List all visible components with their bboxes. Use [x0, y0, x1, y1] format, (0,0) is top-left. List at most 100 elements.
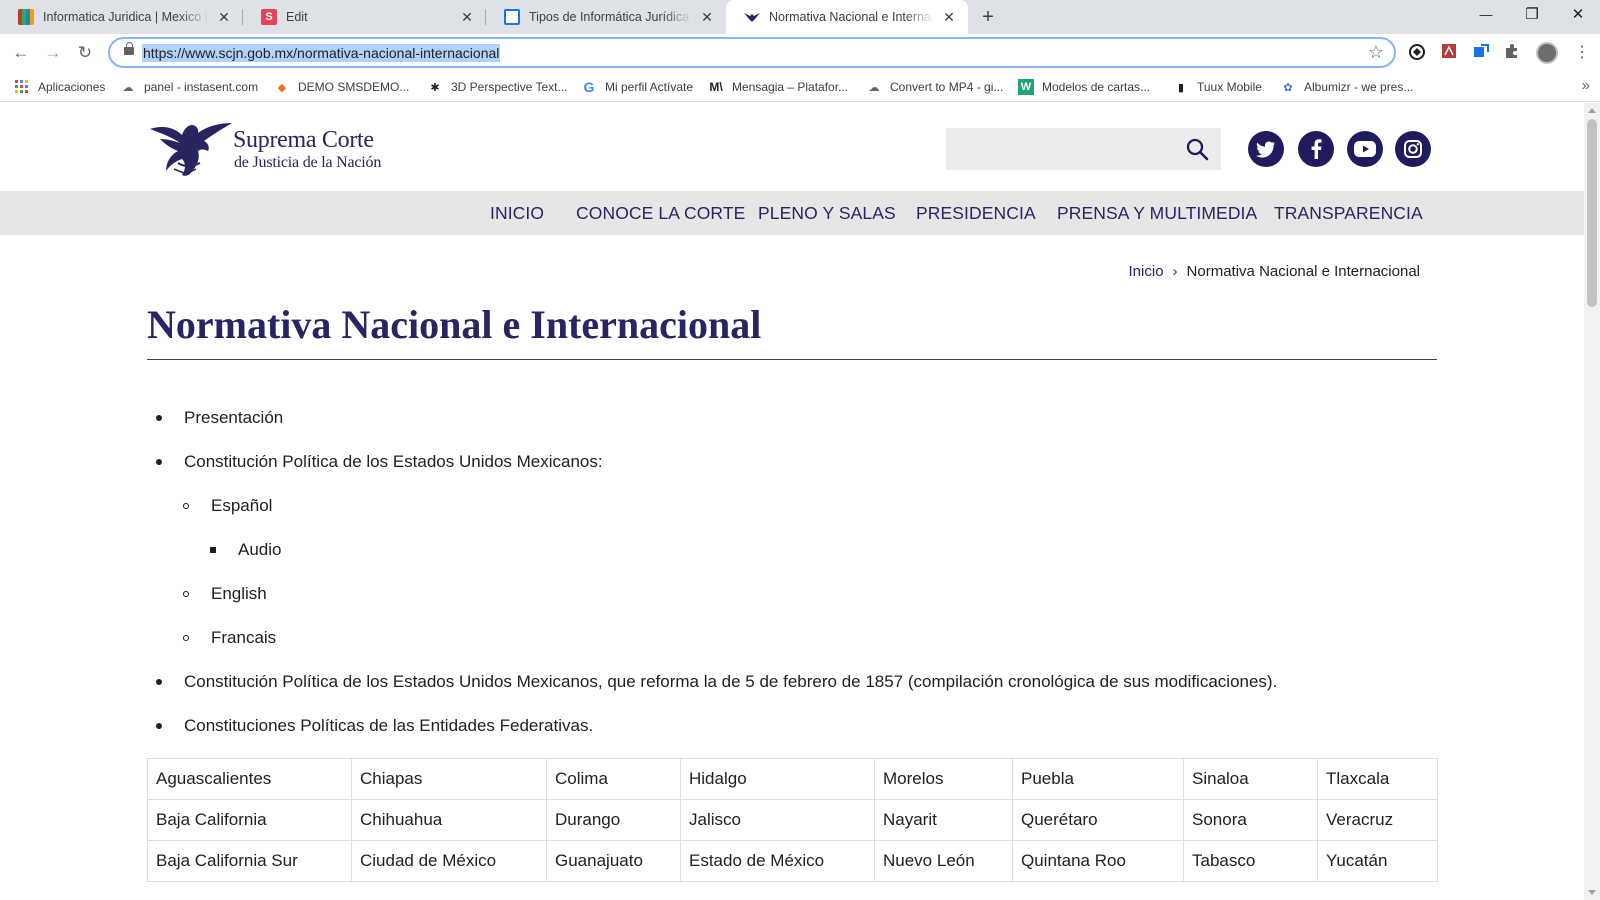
- state-link[interactable]: Colima: [546, 758, 681, 800]
- state-link[interactable]: Veracruz: [1317, 799, 1438, 841]
- list-item-constitucion-1857[interactable]: Constitución Política de los Estados Uni…: [155, 671, 1277, 693]
- bookmarks-bar: Aplicaciones ☁ panel - instasent.com ◆ D…: [0, 72, 1600, 102]
- tab-close-icon[interactable]: ✕: [940, 9, 958, 26]
- state-link[interactable]: Chiapas: [351, 758, 547, 800]
- bookmark-instasent[interactable]: ☁ panel - instasent.com: [120, 78, 259, 96]
- tab-tipos-informatica[interactable]: Tipos de Informática Jurídica - Informát…: [486, 0, 726, 34]
- tab-informatica-juridica[interactable]: Informatica Juridica | Mexico | Enciclop…: [0, 0, 243, 34]
- state-link[interactable]: Durango: [546, 799, 681, 841]
- facebook-icon[interactable]: [1298, 131, 1334, 167]
- bookmark-smsdemo[interactable]: ◆ DEMO SMSDEMO...: [274, 78, 410, 96]
- tab-title: Informatica Juridica | Mexico | Enciclop…: [43, 10, 209, 24]
- youtube-icon[interactable]: [1347, 131, 1383, 167]
- tab-normativa[interactable]: Normativa Nacional e Internacional ✕: [726, 0, 968, 34]
- nav-item-conoce-la-corte[interactable]: CONOCE LA CORTE: [576, 191, 745, 235]
- bookmark-convert-mp4[interactable]: ☁ Convert to MP4 - gi...: [866, 78, 1004, 96]
- tab-edit[interactable]: S Edit ✕: [243, 0, 486, 34]
- scroll-down-arrow-icon[interactable]: [1588, 890, 1596, 895]
- bookmark-mensagia[interactable]: M\ Mensagia – Platafor...: [708, 78, 848, 96]
- profile-avatar[interactable]: [1536, 42, 1558, 64]
- state-link[interactable]: Quintana Roo: [1012, 840, 1184, 882]
- eagle-favicon-icon: [744, 9, 760, 25]
- word-icon: W: [1018, 79, 1034, 95]
- state-link[interactable]: Chihuahua: [351, 799, 547, 841]
- nav-item-prensa-y-multimedia[interactable]: PRENSA Y MULTIMEDIA: [1057, 191, 1257, 235]
- state-link[interactable]: Ciudad de México: [351, 840, 547, 882]
- list-item-presentacion[interactable]: Presentación: [155, 407, 283, 429]
- bookmark-3d-text[interactable]: ✱ 3D Perspective Text...: [427, 78, 567, 96]
- scroll-up-arrow-icon[interactable]: [1588, 108, 1596, 113]
- extension-sync-icon[interactable]: [1471, 43, 1491, 63]
- menu-kebab-icon[interactable]: ⋮: [1572, 43, 1592, 63]
- logo-line-1: Suprema Corte: [233, 127, 374, 153]
- logo-line-2: de Justicia de la Nación: [234, 154, 382, 171]
- state-link[interactable]: Puebla: [1012, 758, 1184, 800]
- states-table: Aguascalientes Chiapas Colima Hidalgo Morelo…: [147, 758, 1438, 882]
- bookmark-mi-perfil[interactable]: G Mi perfil Actívate: [581, 78, 693, 96]
- forward-button[interactable]: →: [40, 40, 66, 66]
- back-button[interactable]: ←: [8, 40, 34, 66]
- close-window-button[interactable]: ✕: [1555, 0, 1600, 30]
- bookmark-label: Convert to MP4 - gi...: [890, 80, 1004, 94]
- page-scrollbar[interactable]: [1584, 103, 1600, 900]
- nav-item-inicio[interactable]: INICIO: [490, 191, 544, 235]
- minimize-button[interactable]: —: [1463, 0, 1509, 30]
- tab-title: Normativa Nacional e Internacional: [769, 10, 934, 24]
- state-link[interactable]: Querétaro: [1012, 799, 1184, 841]
- bookmark-star-icon[interactable]: ☆: [1368, 42, 1384, 63]
- address-bar[interactable]: https://www.scjn.gob.mx/normativa-nacion…: [108, 37, 1396, 68]
- main-navigation: INICIO CONOCE LA CORTE PLENO Y SALAS PRE…: [0, 191, 1584, 235]
- tab-close-icon[interactable]: ✕: [215, 9, 233, 26]
- state-link[interactable]: Aguascalientes: [147, 758, 352, 800]
- url-text[interactable]: https://www.scjn.gob.mx/normativa-nacion…: [142, 44, 501, 62]
- bookmark-tuux[interactable]: ▮ Tuux Mobile: [1173, 78, 1262, 96]
- bookmark-label: Mensagia – Platafor...: [732, 80, 849, 94]
- nav-item-transparencia[interactable]: TRANSPARENCIA: [1274, 191, 1423, 235]
- search-icon[interactable]: [1185, 137, 1209, 161]
- list-item-espanol[interactable]: Español: [182, 495, 272, 517]
- bookmark-apps[interactable]: Aplicaciones: [14, 78, 105, 96]
- bookmark-albumizr[interactable]: ✿ Albumizr - we pres...: [1280, 78, 1413, 96]
- restore-button[interactable]: ❐: [1509, 0, 1555, 30]
- new-tab-button[interactable]: +: [975, 4, 1001, 30]
- state-link[interactable]: Sinaloa: [1183, 758, 1318, 800]
- tuux-icon: ▮: [1177, 81, 1185, 94]
- state-link[interactable]: Estado de México: [680, 840, 875, 882]
- scrollbar-thumb[interactable]: [1587, 119, 1597, 307]
- bookmarks-overflow-button[interactable]: »: [1582, 77, 1590, 94]
- tab-close-icon[interactable]: ✕: [698, 9, 716, 26]
- bookmark-modelos-cartas[interactable]: W Modelos de cartas...: [1018, 78, 1150, 96]
- list-item-audio[interactable]: Audio: [209, 539, 281, 561]
- bookmark-label: Albumizr - we pres...: [1304, 80, 1414, 94]
- nav-item-pleno-y-salas[interactable]: PLENO Y SALAS: [758, 191, 896, 235]
- state-link[interactable]: Nuevo León: [874, 840, 1013, 882]
- extension-pdf-icon[interactable]: [1439, 43, 1459, 63]
- tab-close-icon[interactable]: ✕: [458, 9, 476, 26]
- state-link[interactable]: Morelos: [874, 758, 1013, 800]
- state-link[interactable]: Tabasco: [1183, 840, 1318, 882]
- albumizr-icon: ✿: [1283, 81, 1293, 94]
- state-link[interactable]: Baja California: [147, 799, 352, 841]
- nav-item-presidencia[interactable]: PRESIDENCIA: [916, 191, 1036, 235]
- extensions-puzzle-icon[interactable]: [1502, 43, 1522, 63]
- paw-icon: ✱: [430, 81, 440, 94]
- site-search-input[interactable]: [946, 128, 1221, 170]
- state-link[interactable]: Tlaxcala: [1317, 758, 1438, 800]
- list-item-english[interactable]: English: [183, 583, 267, 605]
- table-row: Aguascalientes Chiapas Colima Hidalgo Morelo…: [147, 758, 1438, 800]
- reload-button[interactable]: ↻: [72, 40, 98, 66]
- state-link[interactable]: Baja California Sur: [147, 840, 352, 882]
- twitter-icon[interactable]: [1248, 131, 1284, 167]
- state-link[interactable]: Jalisco: [680, 799, 875, 841]
- instagram-icon[interactable]: [1395, 131, 1431, 167]
- list-item-francais[interactable]: Francais: [182, 627, 276, 649]
- bookmark-label: Tuux Mobile: [1197, 80, 1262, 94]
- state-link[interactable]: Yucatán: [1317, 840, 1438, 882]
- state-link[interactable]: Nayarit: [874, 799, 1013, 841]
- extension-shield-icon[interactable]: [1407, 43, 1427, 63]
- breadcrumb-home-link[interactable]: Inicio: [1129, 263, 1164, 280]
- state-link[interactable]: Hidalgo: [680, 758, 875, 800]
- state-link[interactable]: Sonora: [1183, 799, 1318, 841]
- state-link[interactable]: Guanajuato: [546, 840, 681, 882]
- scjn-logo[interactable]: Suprema Corte de Justicia de la Nación: [148, 119, 388, 177]
